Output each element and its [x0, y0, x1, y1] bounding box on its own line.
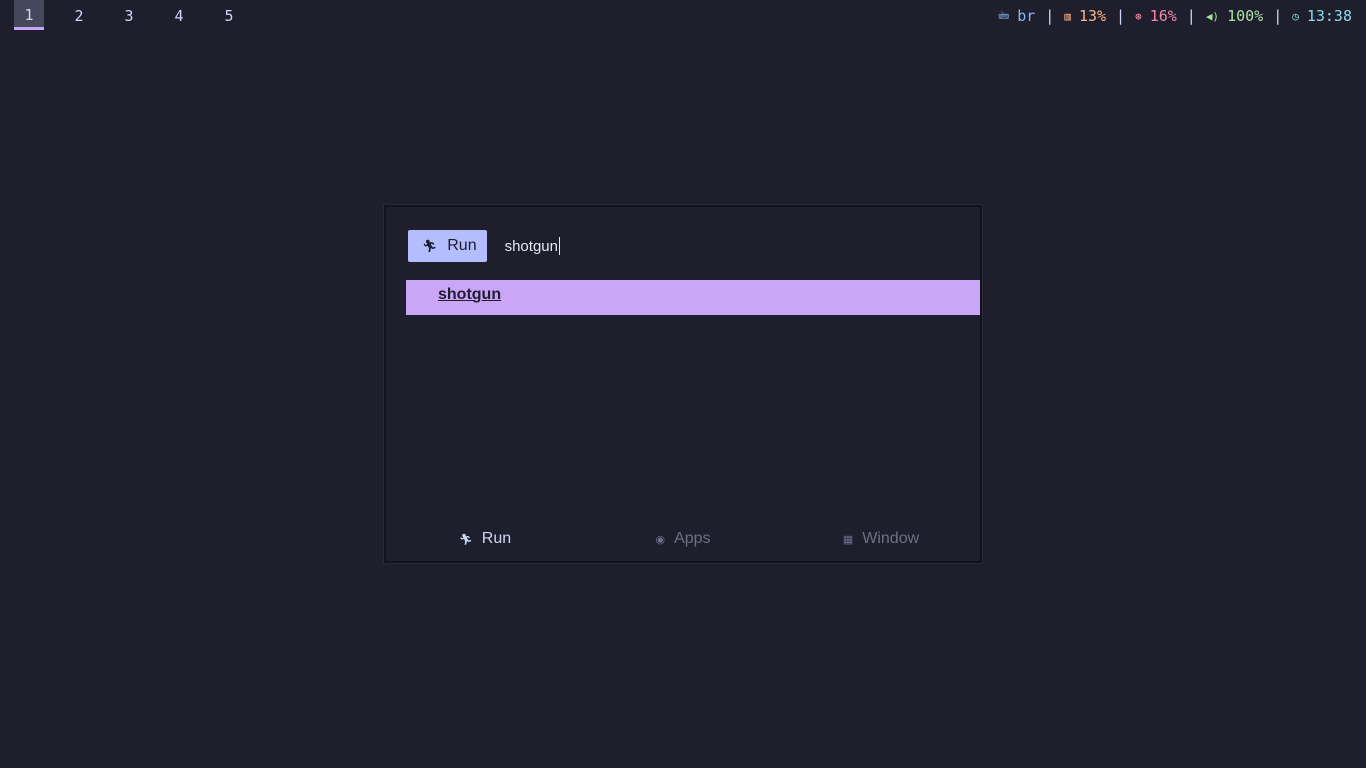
- mode-run-button[interactable]: 🏃︎ Run: [386, 527, 584, 551]
- status-modules: 🖮 br | ▥ 13% | ⊛ 16% | ◀) 100% | ◷ 13:38: [998, 0, 1352, 32]
- separator: |: [1186, 7, 1196, 25]
- results-list: shotgun: [406, 280, 980, 315]
- run-icon: 🏃︎: [422, 239, 438, 253]
- run-launcher-window: 🏃︎ Run shotgun shotgun 🏃︎ Run ◉ Apps ▦ W…: [384, 205, 982, 563]
- separator: |: [1273, 7, 1283, 25]
- search-input[interactable]: shotgun: [505, 237, 560, 255]
- mode-apps-button[interactable]: ◉ Apps: [584, 527, 782, 551]
- window-icon: ▦: [842, 533, 854, 546]
- top-bar: 1 2 3 4 5 🖮 br | ▥ 13% | ⊛ 16% | ◀) 100%…: [0, 0, 1366, 32]
- run-icon: 🏃︎: [458, 533, 473, 546]
- workspace-2-button[interactable]: 2: [64, 0, 94, 30]
- prompt-badge: 🏃︎ Run: [408, 230, 487, 262]
- prompt-row: 🏃︎ Run shotgun: [408, 230, 560, 262]
- workspace-3-button[interactable]: 3: [114, 0, 144, 30]
- list-item[interactable]: shotgun: [406, 280, 980, 315]
- apps-icon: ◉: [655, 533, 666, 546]
- separator: |: [1045, 7, 1055, 25]
- volume-value[interactable]: 100%: [1227, 7, 1263, 25]
- list-item-label: shotgun: [438, 285, 502, 303]
- memory-icon: ⊛: [1135, 9, 1142, 23]
- workspace-5-button[interactable]: 5: [214, 0, 244, 30]
- text-caret: [558, 237, 560, 255]
- cpu-usage-value: 13%: [1078, 7, 1107, 25]
- workspace-4-button[interactable]: 4: [164, 0, 194, 30]
- workspace-1-button[interactable]: 1: [14, 0, 44, 30]
- mode-switcher: 🏃︎ Run ◉ Apps ▦ Window: [386, 527, 980, 551]
- speaker-icon: ◀): [1205, 9, 1220, 23]
- search-input-value: shotgun: [504, 237, 558, 255]
- separator: |: [1116, 7, 1126, 25]
- mode-label: Window: [862, 530, 920, 547]
- clock-value: 13:38: [1306, 7, 1352, 25]
- workspace-switcher: 1 2 3 4 5: [14, 0, 264, 32]
- mode-label: Run: [481, 530, 512, 547]
- memory-usage-value: 16%: [1149, 7, 1177, 25]
- keyboard-layout-value[interactable]: br: [1017, 7, 1035, 25]
- keyboard-icon: 🖮: [998, 8, 1010, 22]
- clock-icon: ◷: [1292, 9, 1299, 23]
- cpu-icon: ▥: [1064, 9, 1071, 23]
- prompt-label: Run: [447, 237, 477, 254]
- mode-window-button[interactable]: ▦ Window: [782, 527, 980, 551]
- mode-label: Apps: [674, 530, 711, 547]
